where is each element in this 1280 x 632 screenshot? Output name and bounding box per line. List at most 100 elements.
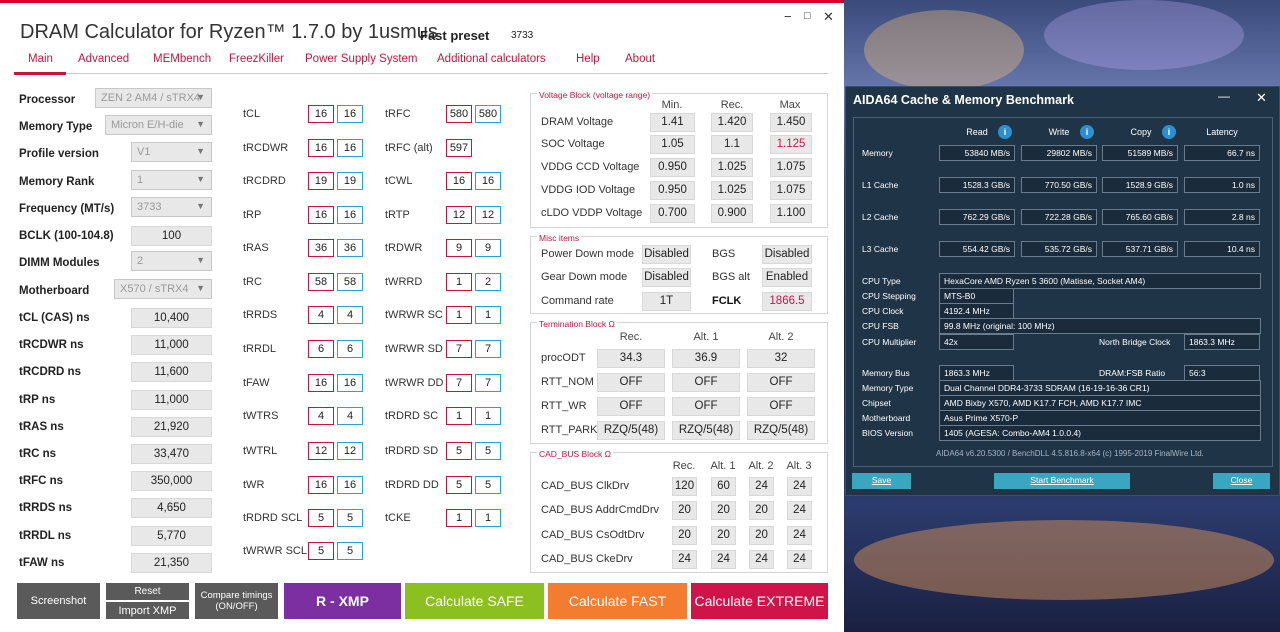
tab-additional-calculators[interactable]: Additional calculators [437,53,546,65]
timing-value-secondary[interactable]: 1 [475,306,501,324]
param-value[interactable]: 11,000 [131,390,212,410]
timing-value-primary[interactable]: 16 [308,374,334,392]
misc-value[interactable]: Disabled [762,245,812,264]
param-value[interactable]: 21,920 [131,417,212,437]
timing-value-secondary[interactable]: 4 [337,306,363,324]
timing-value-secondary[interactable]: 9 [475,239,501,257]
calculate-extreme-button[interactable]: Calculate EXTREME [691,583,828,619]
timing-value-secondary[interactable]: 7 [475,374,501,392]
timing-value-primary[interactable]: 7 [446,340,472,358]
tab-about[interactable]: About [625,53,655,65]
cad-bus-value[interactable]: 20 [672,501,697,520]
misc-value[interactable]: Enabled [762,268,812,287]
param-value[interactable]: 21,350 [131,553,212,573]
tab-power-supply-system[interactable]: Power Supply System [305,53,418,65]
timing-value-primary[interactable]: 16 [308,206,334,224]
timing-value-secondary[interactable]: 16 [337,374,363,392]
param-value[interactable]: 350,000 [131,471,212,491]
timing-value-secondary[interactable]: 2 [475,273,501,291]
param-value[interactable]: 33,470 [131,444,212,464]
timing-value-primary[interactable]: 5 [446,476,472,494]
param-value[interactable]: 11,000 [131,335,212,355]
timing-value-primary[interactable]: 1 [446,407,472,425]
misc-value[interactable]: 1T [642,292,691,311]
termination-value[interactable]: OFF [672,373,740,392]
timing-value-secondary[interactable]: 58 [337,273,363,291]
info-icon[interactable]: i [1080,125,1094,139]
tab-freezkiller[interactable]: FreezKiller [229,53,284,65]
voltage-max[interactable]: 1.125 [770,135,812,154]
aida-close-icon[interactable]: ✕ [1256,90,1267,106]
timing-value-secondary[interactable]: 5 [475,476,501,494]
timing-value-primary[interactable]: 4 [308,407,334,425]
tab-main[interactable]: Main [28,53,53,65]
voltage-rec[interactable]: 1.1 [711,135,753,154]
timing-value-primary[interactable]: 16 [308,105,334,123]
param-select[interactable]: V1 ▼ [131,142,212,162]
cad-bus-value[interactable]: 24 [787,501,812,520]
timing-value-primary[interactable]: 1 [446,509,472,527]
start-benchmark-button[interactable]: Start Benchmark [994,473,1130,489]
import-xmp-button[interactable]: Import XMP [106,602,189,619]
timing-value-secondary[interactable]: 16 [337,476,363,494]
voltage-max[interactable]: 1.100 [770,204,812,223]
termination-value[interactable]: OFF [597,373,665,392]
maximize-icon[interactable]: □ [804,10,811,22]
tab-help[interactable]: Help [576,53,600,65]
param-value[interactable]: 5,770 [131,526,212,546]
timing-value-primary[interactable]: 9 [446,239,472,257]
timing-value-secondary[interactable]: 4 [337,407,363,425]
param-select[interactable]: X570 / sTRX4 ▼ [114,279,212,299]
timing-value-primary[interactable]: 12 [446,206,472,224]
cad-bus-value[interactable]: 60 [711,477,736,496]
timing-value-primary[interactable]: 16 [308,476,334,494]
param-value[interactable]: 10,400 [131,308,212,328]
timing-value-secondary[interactable]: 1 [475,407,501,425]
termination-value[interactable]: OFF [672,397,740,416]
voltage-min[interactable]: 1.41 [650,113,695,132]
timing-value-primary[interactable]: 36 [308,239,334,257]
timing-value-primary[interactable]: 5 [308,509,334,527]
timing-value-secondary[interactable]: 1 [475,509,501,527]
timing-value-secondary[interactable]: 16 [475,172,501,190]
save-button[interactable]: Save [852,473,911,489]
termination-value[interactable]: 34.3 [597,349,665,368]
param-select[interactable]: 1 ▼ [131,170,212,190]
timing-value-secondary[interactable]: 16 [337,206,363,224]
voltage-min[interactable]: 0.950 [650,158,695,177]
param-select[interactable]: 3733 ▼ [131,197,212,217]
voltage-min[interactable]: 0.700 [650,204,695,223]
close-icon[interactable]: ✕ [823,9,834,25]
voltage-rec[interactable]: 0.900 [711,204,753,223]
timing-value-primary[interactable]: 12 [308,442,334,460]
r-xmp-button[interactable]: R - XMP [284,583,401,619]
cad-bus-value[interactable]: 24 [749,550,774,569]
cad-bus-value[interactable]: 20 [672,526,697,545]
cad-bus-value[interactable]: 120 [672,477,697,496]
timing-value-secondary[interactable]: 580 [475,105,501,123]
cad-bus-value[interactable]: 24 [787,526,812,545]
termination-value[interactable]: OFF [597,397,665,416]
calculate-fast-button[interactable]: Calculate FAST [548,583,687,619]
tab-advanced[interactable]: Advanced [78,53,129,65]
voltage-rec[interactable]: 1.025 [711,181,753,200]
misc-value[interactable]: Disabled [642,245,691,264]
cad-bus-value[interactable]: 20 [749,501,774,520]
cad-bus-value[interactable]: 20 [749,526,774,545]
cad-bus-value[interactable]: 24 [787,550,812,569]
voltage-max[interactable]: 1.075 [770,158,812,177]
voltage-min[interactable]: 0.950 [650,181,695,200]
timing-value-primary[interactable]: 16 [308,139,334,157]
info-icon[interactable]: i [1162,125,1176,139]
timing-value-secondary[interactable]: 12 [337,442,363,460]
screenshot-button[interactable]: Screenshot [17,583,100,619]
timing-value-secondary[interactable]: 7 [475,340,501,358]
param-value[interactable]: 11,600 [131,362,212,382]
timing-value-primary[interactable]: 1 [446,306,472,324]
compare-timings-button[interactable]: Compare timings (ON/OFF) [195,583,278,619]
timing-value-secondary[interactable]: 6 [337,340,363,358]
minimize-icon[interactable]: − [784,9,792,24]
close-button[interactable]: Close [1213,473,1270,489]
termination-value[interactable]: OFF [747,373,815,392]
param-value[interactable]: 100 [131,226,212,246]
